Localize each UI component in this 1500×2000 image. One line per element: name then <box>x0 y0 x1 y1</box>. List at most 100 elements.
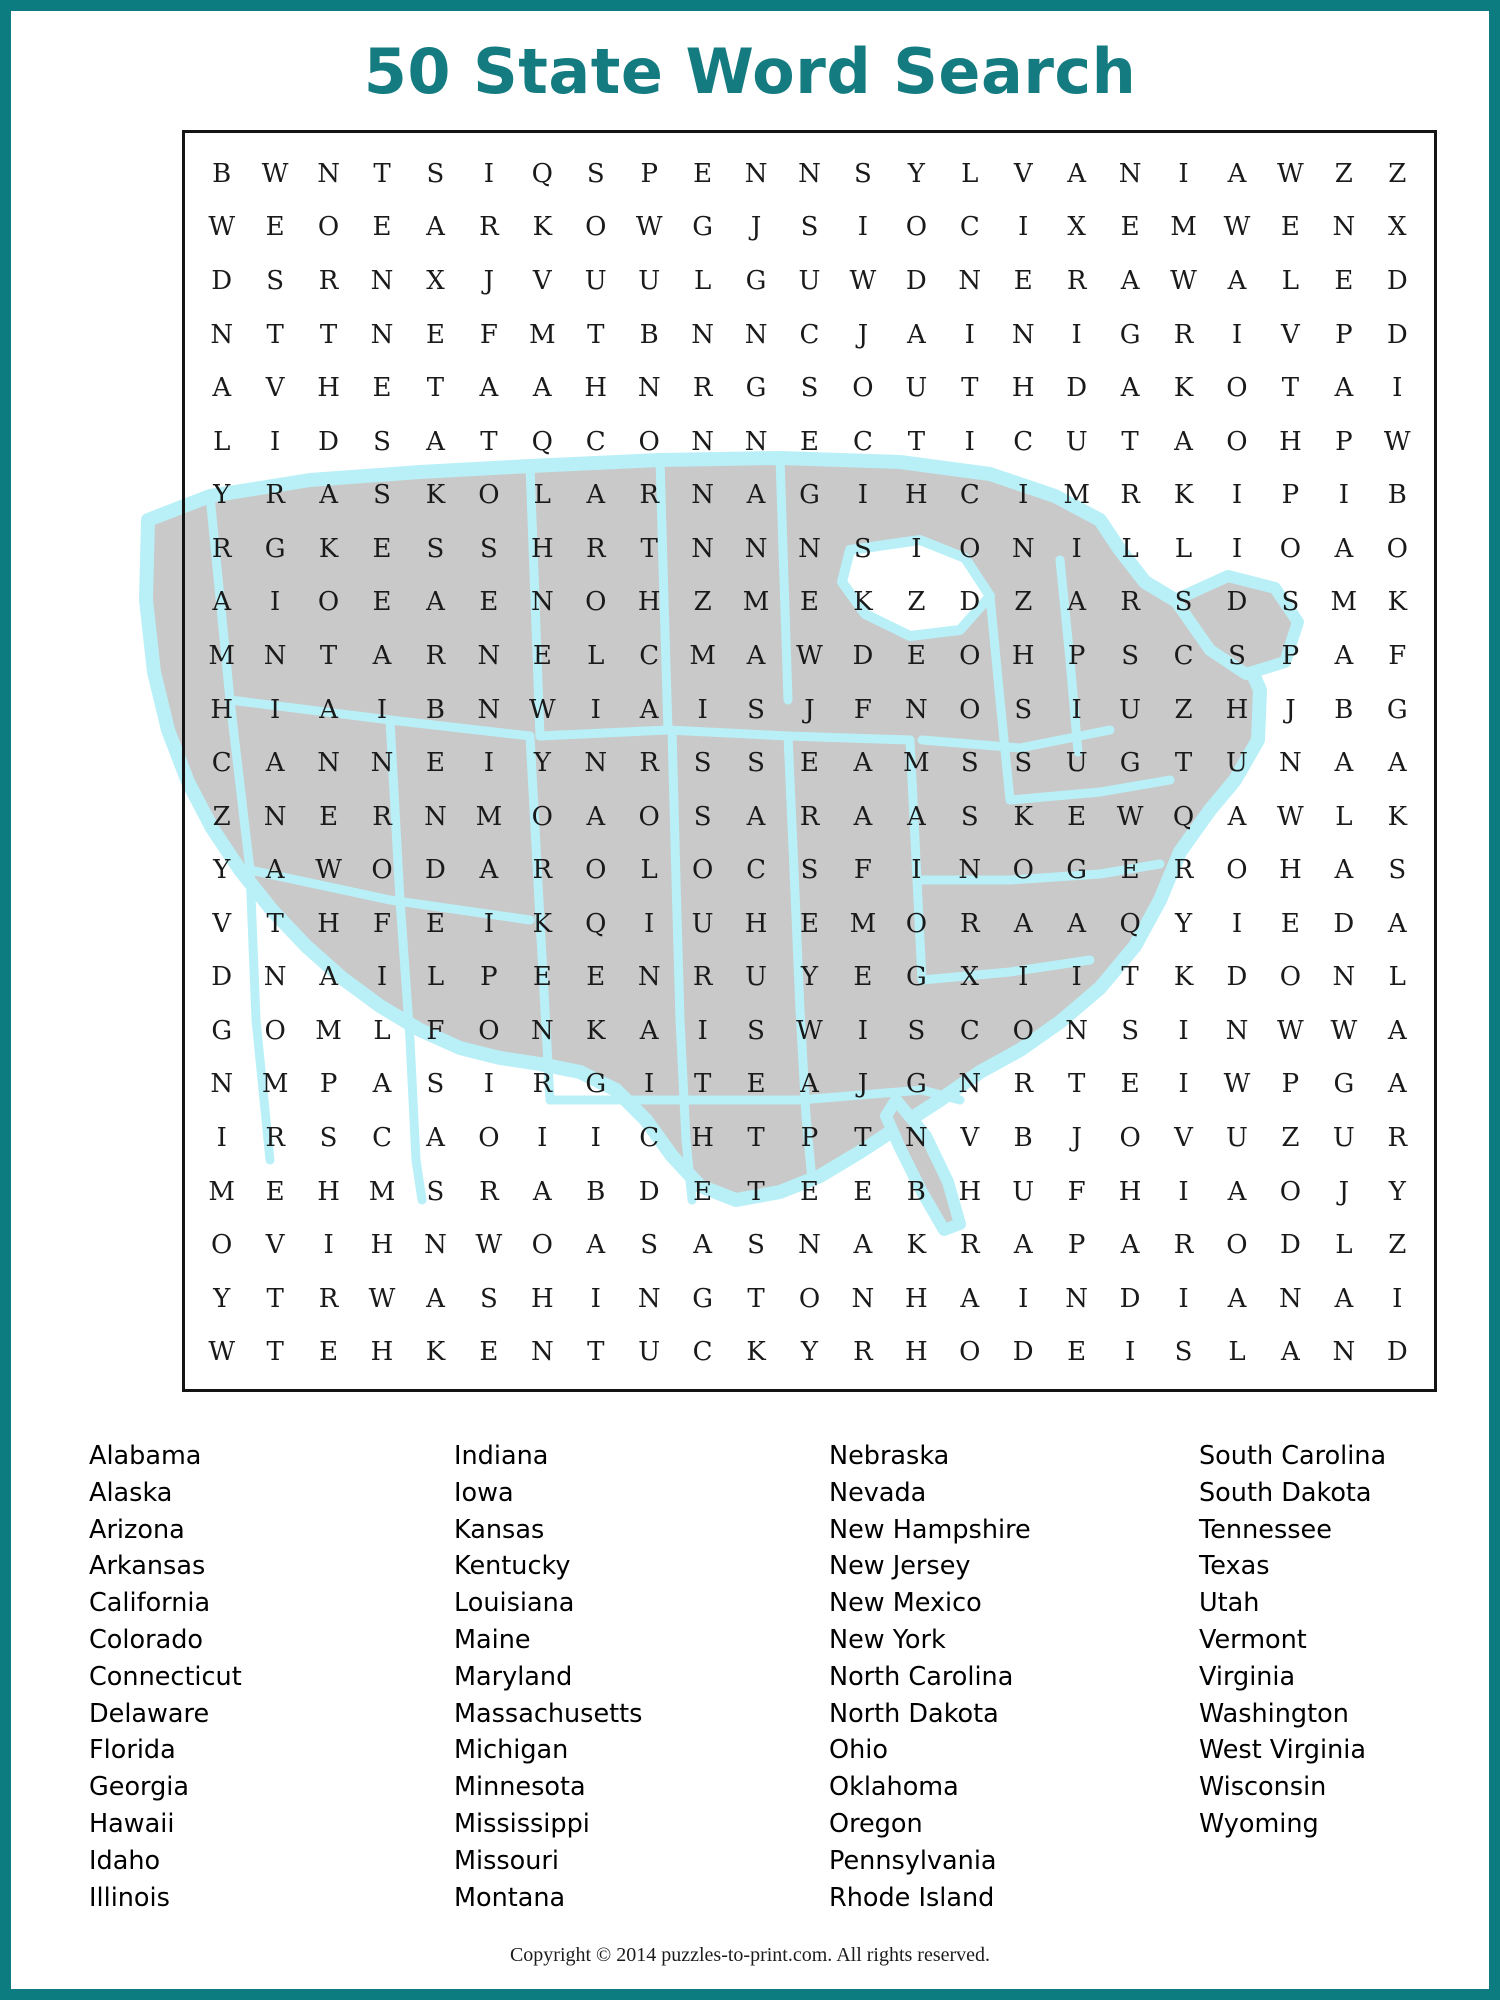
grid-cell[interactable]: S <box>1175 589 1193 615</box>
grid-cell[interactable]: E <box>319 804 338 830</box>
word-list-item[interactable]: Utah <box>1199 1585 1489 1622</box>
word-list-item[interactable]: Arkansas <box>89 1548 454 1585</box>
grid-cell[interactable]: W <box>1224 1071 1251 1097</box>
grid-cell[interactable]: A <box>479 375 498 401</box>
grid-cell[interactable]: E <box>1121 214 1140 240</box>
grid-cell[interactable]: B <box>640 322 659 348</box>
grid-cell[interactable]: T <box>266 1339 283 1365</box>
grid-cell[interactable]: N <box>1226 1018 1249 1044</box>
grid-cell[interactable]: I <box>1232 911 1242 937</box>
grid-cell[interactable]: A <box>373 643 392 669</box>
grid-cell[interactable]: J <box>1285 697 1295 723</box>
word-list-item[interactable]: New Hampshire <box>829 1512 1199 1549</box>
grid-cell[interactable]: W <box>1384 429 1411 455</box>
grid-cell[interactable]: I <box>644 1071 654 1097</box>
grid-cell[interactable]: T <box>747 1125 764 1151</box>
grid-cell[interactable]: O <box>371 857 392 883</box>
grid-cell[interactable]: U <box>745 964 767 990</box>
grid-cell[interactable]: L <box>1282 268 1299 294</box>
grid-cell[interactable]: S <box>1014 697 1032 723</box>
grid-cell[interactable]: T <box>266 911 283 937</box>
grid-cell[interactable]: N <box>958 857 981 883</box>
grid-cell[interactable]: S <box>801 857 819 883</box>
grid-cell[interactable]: N <box>745 536 768 562</box>
grid-cell[interactable]: Z <box>213 804 231 830</box>
grid-cell[interactable]: A <box>1334 536 1353 562</box>
grid-cell[interactable]: S <box>747 1018 765 1044</box>
grid-cell[interactable]: S <box>1175 1339 1193 1365</box>
grid-cell[interactable]: N <box>745 161 768 187</box>
grid-cell[interactable]: A <box>854 1232 873 1258</box>
grid-cell[interactable]: R <box>853 1339 873 1365</box>
grid-cell[interactable]: W <box>1170 268 1197 294</box>
grid-cell[interactable]: A <box>747 643 766 669</box>
grid-cell[interactable]: U <box>1226 1125 1248 1151</box>
word-list-item[interactable]: Montana <box>454 1880 829 1917</box>
grid-cell[interactable]: U <box>799 268 821 294</box>
grid-cell[interactable]: M <box>743 589 770 615</box>
grid-cell[interactable]: T <box>373 161 390 187</box>
grid-cell[interactable]: S <box>480 536 498 562</box>
grid-cell[interactable]: Z <box>1335 161 1353 187</box>
grid-cell[interactable]: R <box>533 857 553 883</box>
grid-cell[interactable]: C <box>693 1339 713 1365</box>
grid-cell[interactable]: O <box>852 375 873 401</box>
grid-cell[interactable]: N <box>424 804 447 830</box>
grid-cell[interactable]: P <box>1068 643 1086 669</box>
grid-cell[interactable]: E <box>266 1179 285 1205</box>
grid-cell[interactable]: H <box>958 1179 981 1205</box>
grid-cell[interactable]: H <box>210 697 233 723</box>
grid-cell[interactable]: E <box>533 643 552 669</box>
grid-cell[interactable]: R <box>586 536 606 562</box>
word-list-item[interactable]: Oregon <box>829 1806 1199 1843</box>
grid-cell[interactable]: Y <box>908 161 925 187</box>
grid-cell[interactable]: E <box>1067 804 1086 830</box>
grid-cell[interactable]: D <box>1227 964 1248 990</box>
word-list-item[interactable]: Alaska <box>89 1475 454 1512</box>
grid-cell[interactable]: F <box>854 697 872 723</box>
word-search-grid[interactable]: B W N T S I Q S P E N N S Y L V A N I A W Z Z W E O E A R K O W G J S I O C I X… <box>185 133 1434 1389</box>
grid-cell[interactable]: A <box>747 482 766 508</box>
grid-cell[interactable]: D <box>959 589 980 615</box>
grid-cell[interactable]: L <box>1175 536 1192 562</box>
grid-cell[interactable]: D <box>211 268 232 294</box>
grid-cell[interactable]: N <box>371 268 394 294</box>
grid-cell[interactable]: E <box>426 322 445 348</box>
grid-cell[interactable]: R <box>1174 1232 1194 1258</box>
grid-cell[interactable]: A <box>319 482 338 508</box>
grid-cell[interactable]: I <box>911 857 921 883</box>
grid-cell[interactable]: N <box>531 589 554 615</box>
grid-cell[interactable]: Y <box>534 750 551 776</box>
grid-cell[interactable]: R <box>265 1125 285 1151</box>
word-list-item[interactable]: Pennsylvania <box>829 1843 1199 1880</box>
grid-cell[interactable]: I <box>1072 322 1082 348</box>
grid-cell[interactable]: O <box>1226 857 1247 883</box>
grid-cell[interactable]: I <box>484 1071 494 1097</box>
grid-cell[interactable]: T <box>747 1286 764 1312</box>
word-list-item[interactable]: Kansas <box>454 1512 829 1549</box>
grid-cell[interactable]: C <box>800 322 820 348</box>
grid-cell[interactable]: N <box>1332 964 1355 990</box>
grid-cell[interactable]: A <box>1334 375 1353 401</box>
grid-cell[interactable]: A <box>1067 161 1086 187</box>
grid-cell[interactable]: O <box>799 1286 820 1312</box>
grid-cell[interactable]: S <box>694 750 712 776</box>
grid-cell[interactable]: E <box>800 429 819 455</box>
grid-cell[interactable]: Q <box>532 429 553 455</box>
grid-cell[interactable]: N <box>691 482 714 508</box>
grid-cell[interactable]: S <box>640 1232 658 1258</box>
word-list-item[interactable]: Illinois <box>89 1880 454 1917</box>
word-list-item[interactable]: California <box>89 1585 454 1622</box>
grid-cell[interactable]: S <box>427 1179 445 1205</box>
grid-cell[interactable]: I <box>1018 482 1028 508</box>
grid-cell[interactable]: H <box>1226 697 1249 723</box>
grid-cell[interactable]: N <box>317 161 340 187</box>
grid-cell[interactable]: N <box>745 429 768 455</box>
grid-cell[interactable]: F <box>1068 1179 1086 1205</box>
grid-cell[interactable]: A <box>1174 429 1193 455</box>
grid-cell[interactable]: G <box>585 1071 606 1097</box>
grid-cell[interactable]: A <box>266 750 285 776</box>
grid-cell[interactable]: A <box>1228 268 1247 294</box>
grid-cell[interactable]: O <box>532 1232 553 1258</box>
grid-cell[interactable]: W <box>208 214 235 240</box>
